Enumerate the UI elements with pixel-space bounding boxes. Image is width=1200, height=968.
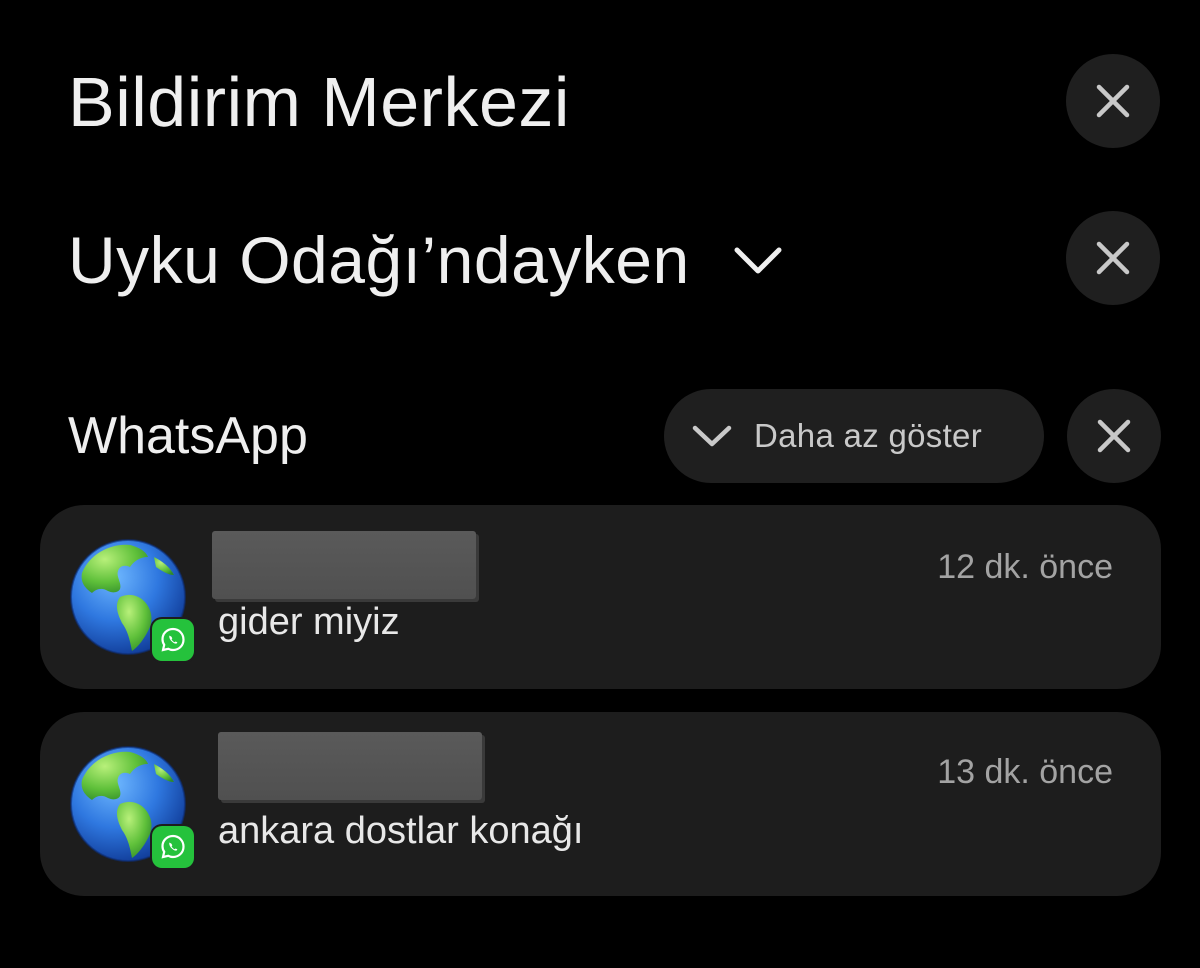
close-icon (1096, 241, 1130, 275)
redacted-sender-name (218, 732, 482, 800)
notification-card[interactable]: 12 dk. önce gider miyiz (40, 505, 1161, 689)
notification-message: gider miyiz (218, 601, 400, 643)
notification-card[interactable]: 13 dk. önce ankara dostlar konağı (40, 712, 1161, 896)
notification-message: ankara dostlar konağı (218, 810, 584, 852)
notification-time: 12 dk. önce (937, 548, 1113, 586)
focus-filter-toggle[interactable]: Uyku Odağı’ndayken (68, 218, 786, 302)
show-less-button[interactable]: Daha az göster (664, 389, 1044, 483)
whatsapp-icon (152, 826, 194, 868)
focus-label: Uyku Odağı’ndayken (68, 223, 690, 297)
chevron-down-icon (730, 240, 786, 280)
close-notification-center-button[interactable] (1066, 54, 1160, 148)
avatar (68, 742, 194, 872)
clear-group-button[interactable] (1067, 389, 1161, 483)
notification-center-screen: Bildirim Merkezi Uyku Odağı’ndayken What… (0, 0, 1200, 968)
group-app-name: WhatsApp (68, 407, 308, 465)
chevron-down-icon (692, 425, 732, 447)
clear-focus-button[interactable] (1066, 211, 1160, 305)
show-less-label: Daha az göster (754, 417, 982, 454)
notification-time: 13 dk. önce (937, 753, 1113, 791)
redacted-sender-name (212, 531, 476, 599)
whatsapp-icon (152, 619, 194, 661)
page-title: Bildirim Merkezi (68, 63, 570, 141)
avatar (68, 535, 194, 665)
close-icon (1096, 84, 1130, 118)
close-icon (1097, 419, 1131, 453)
